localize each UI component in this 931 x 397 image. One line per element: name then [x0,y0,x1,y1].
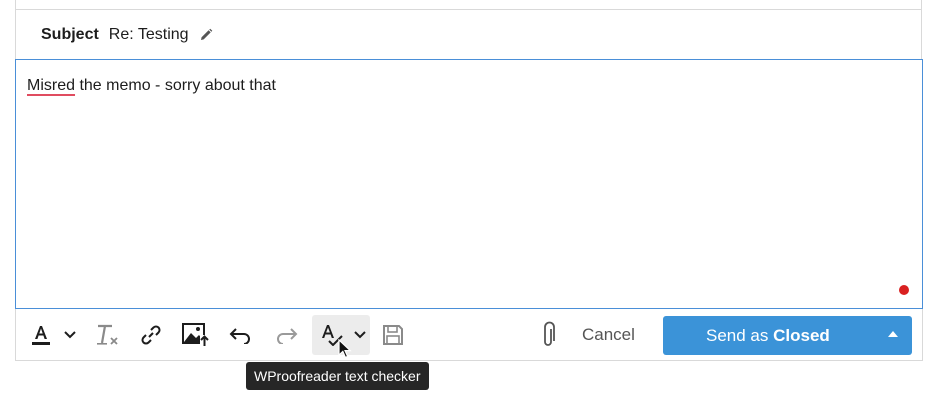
subject-value: Re: Testing [108,25,189,43]
editor-content[interactable]: Misred the memo - sorry about that [27,77,276,95]
send-button[interactable]: Send as Closed [663,316,912,355]
font-color-icon[interactable] [30,319,52,351]
link-icon[interactable] [140,319,162,351]
chevron-down-icon[interactable] [63,319,77,351]
chevron-down-icon[interactable] [353,319,367,351]
misspelled-word[interactable]: Misred [27,77,75,94]
undo-icon[interactable] [229,319,253,351]
save-icon[interactable] [382,319,404,351]
subject-row: Subject Re: Testing [15,10,922,59]
cancel-button[interactable]: Cancel [582,321,662,349]
send-button-label: Send as Closed [706,325,830,345]
header-frame [15,0,922,10]
mouse-pointer-icon [338,339,352,359]
editor-toolbar: Cancel Send as Closed [15,309,923,361]
caret-up-icon[interactable] [888,331,898,337]
pencil-icon[interactable] [199,28,213,42]
clear-formatting-icon[interactable] [96,319,120,351]
message-editor[interactable]: Misred the memo - sorry about that [15,59,923,309]
status-dot [899,285,909,295]
editor-text-rest: the memo - sorry about that [75,77,276,94]
tooltip: WProofreader text checker [246,362,429,390]
subject-label: Subject [41,25,99,43]
paperclip-icon[interactable] [539,319,557,351]
redo-icon[interactable] [274,319,298,351]
insert-image-icon[interactable] [182,319,210,351]
